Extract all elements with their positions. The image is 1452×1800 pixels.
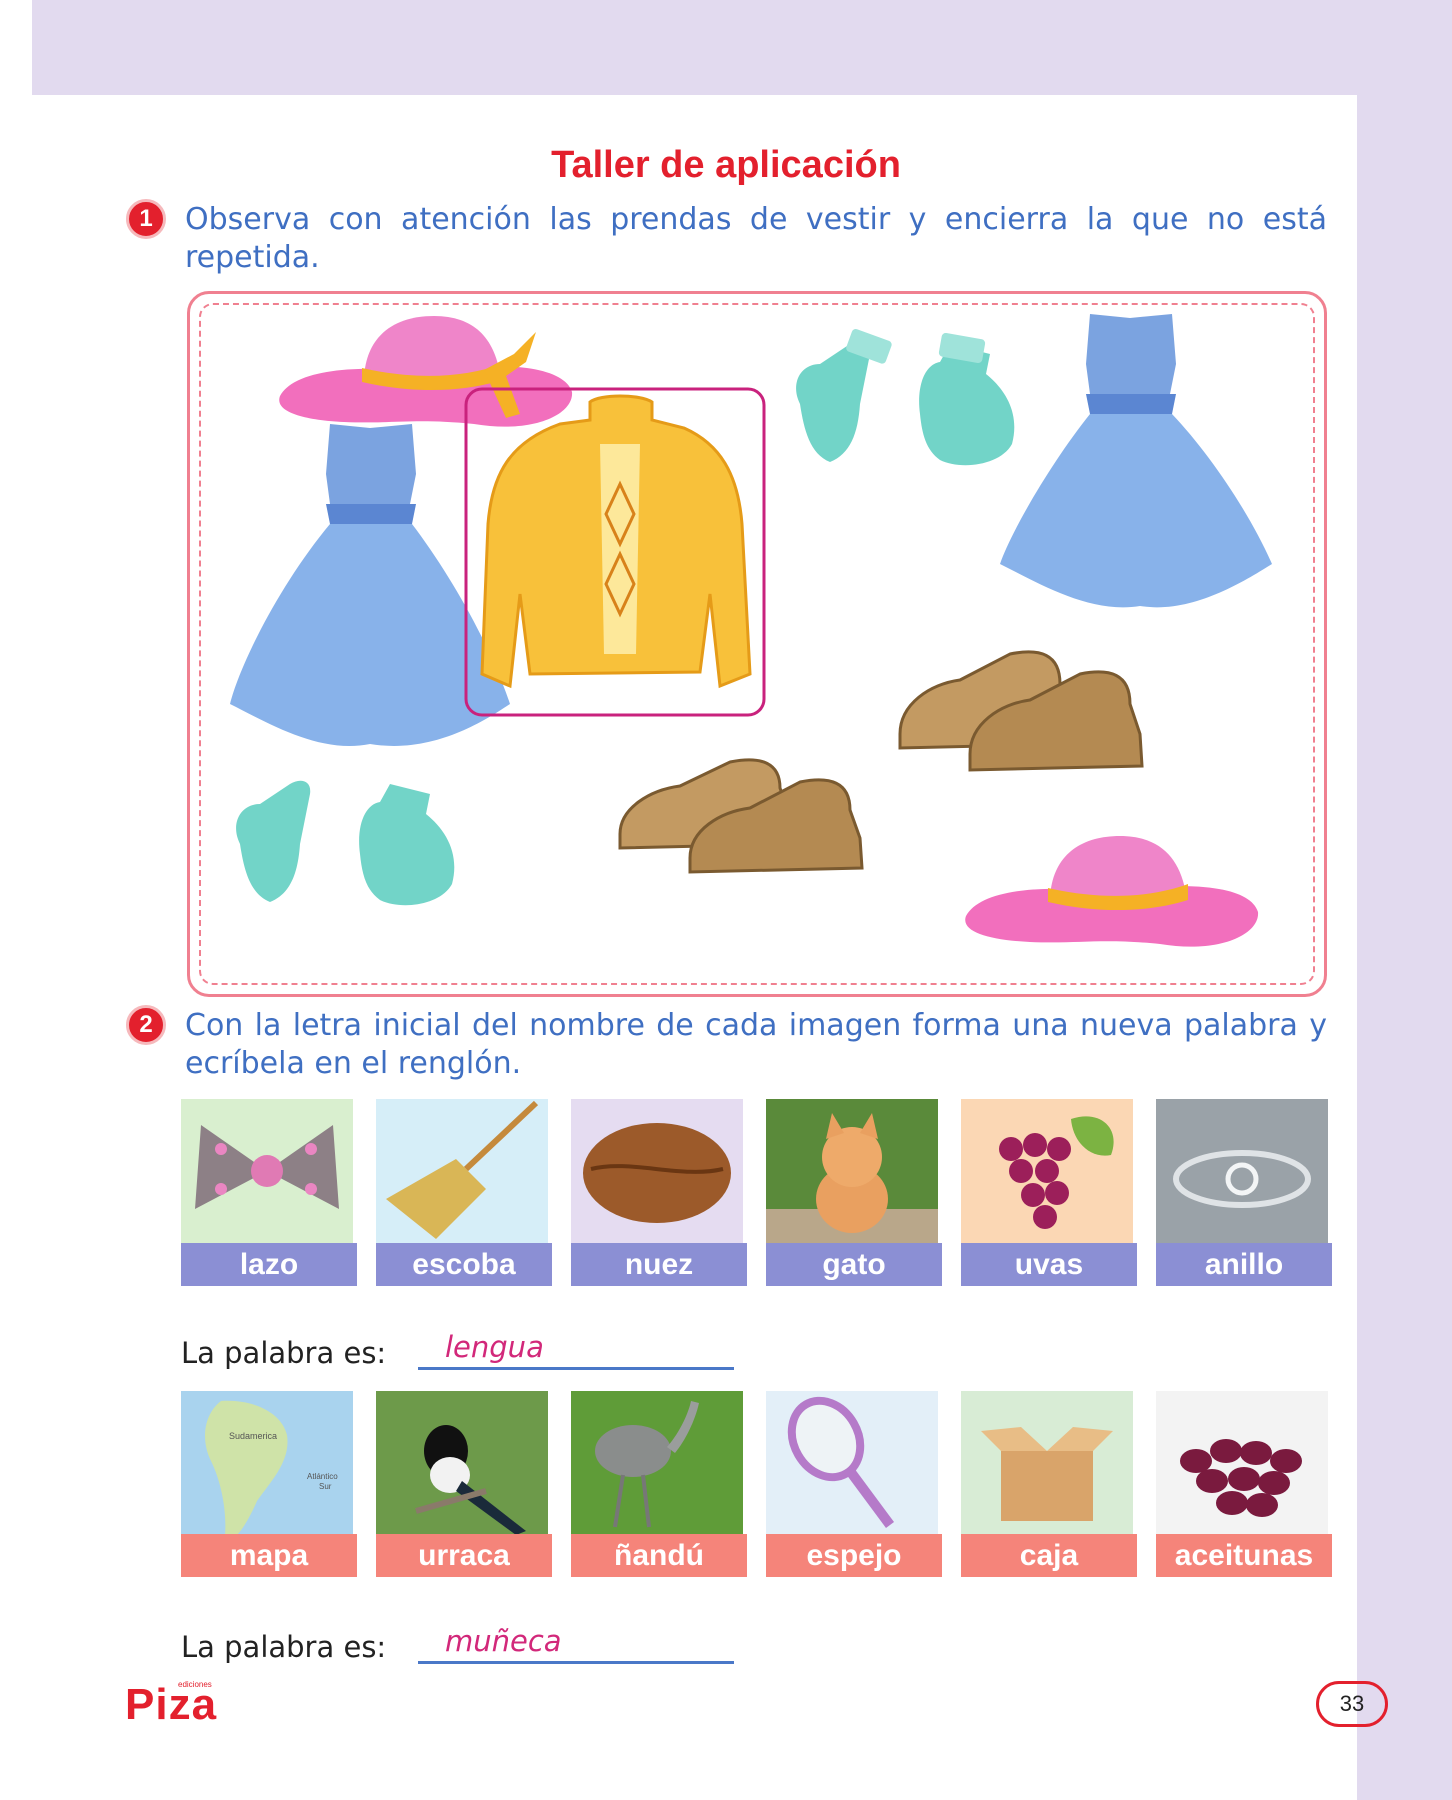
word-label: lazo — [181, 1243, 357, 1286]
publisher-logo-small: ediciones — [178, 1680, 212, 1689]
top-band — [32, 0, 1452, 95]
shoes-icon — [898, 650, 1144, 772]
word-label: uvas — [961, 1243, 1137, 1286]
box-icon — [961, 1391, 1133, 1535]
dress-icon — [230, 424, 510, 746]
answer-label: La palabra es: — [181, 1336, 387, 1370]
gloves-icon — [796, 329, 1015, 466]
answer-line — [418, 1367, 734, 1370]
grapes-icon — [961, 1099, 1133, 1243]
walnut-icon — [571, 1099, 743, 1243]
answer-text[interactable]: muñeca — [445, 1624, 562, 1658]
olives-icon — [1156, 1391, 1328, 1535]
word-label: caja — [961, 1534, 1137, 1577]
word-label: anillo — [1156, 1243, 1332, 1286]
page-title: Taller de aplicación — [551, 144, 901, 186]
kitten-icon — [766, 1099, 938, 1243]
activity-2-number: 2 — [126, 1005, 166, 1045]
mirror-icon — [766, 1391, 938, 1535]
word-label: urraca — [376, 1534, 552, 1577]
ring-icon — [1156, 1099, 1328, 1243]
word-label: nuez — [571, 1243, 747, 1286]
clothes-frame — [187, 291, 1327, 997]
magpie-icon — [376, 1391, 548, 1535]
right-band — [1357, 0, 1452, 1800]
bow-icon — [181, 1099, 353, 1243]
map-continent-label: Sudamerica — [229, 1431, 277, 1441]
answer-label: La palabra es: — [181, 1630, 387, 1664]
dress-icon — [1000, 314, 1272, 608]
activity-1-instruction: Observa con atención las prendas de vest… — [185, 202, 1327, 275]
word-label: espejo — [766, 1534, 942, 1577]
page-number: 33 — [1316, 1681, 1388, 1727]
sweater-icon — [464, 387, 766, 717]
broom-icon — [376, 1099, 548, 1243]
word-label: gato — [766, 1243, 942, 1286]
activity-2-instruction: Con la letra inicial del nombre de cada … — [185, 1008, 1327, 1081]
answer-text[interactable]: lengua — [445, 1330, 544, 1364]
word-label: aceitunas — [1156, 1534, 1332, 1577]
word-label: escoba — [376, 1243, 552, 1286]
map-ocean-label: Atlántico — [307, 1472, 338, 1481]
clothes-illustration — [230, 314, 1272, 947]
word-label: mapa — [181, 1534, 357, 1577]
map-icon: Sudamerica Atlántico Sur — [181, 1391, 353, 1535]
hat-icon — [965, 836, 1259, 947]
rhea-icon — [571, 1391, 743, 1535]
shoes-icon — [618, 758, 864, 874]
word-label: ñandú — [571, 1534, 747, 1577]
map-ocean-sub-label: Sur — [319, 1482, 332, 1491]
gloves-icon — [236, 780, 455, 906]
hat-icon — [279, 316, 573, 427]
activity-1-number: 1 — [126, 199, 166, 239]
answer-line — [418, 1661, 734, 1664]
